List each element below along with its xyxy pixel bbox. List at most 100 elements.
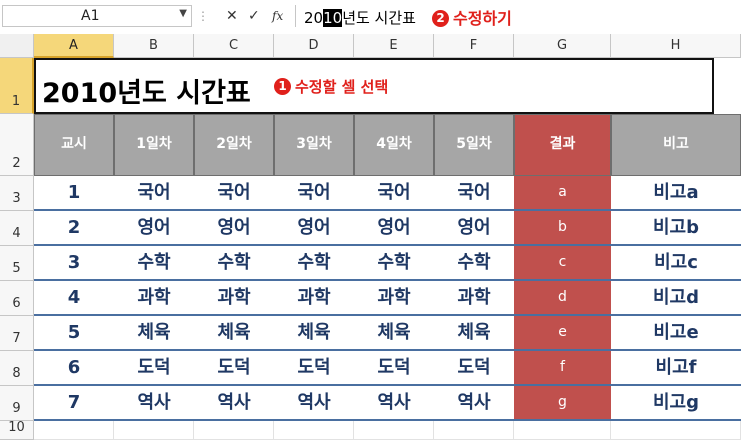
formula-bar-grip-icon[interactable]: ⋮ <box>196 5 210 27</box>
cell-C9[interactable]: 역사 <box>194 386 274 421</box>
cell-F4[interactable]: 영어 <box>434 211 514 246</box>
cell-B7[interactable]: 체육 <box>114 316 194 351</box>
cell-G7[interactable]: e <box>514 316 611 351</box>
cell-C7[interactable]: 체육 <box>194 316 274 351</box>
insert-function-icon[interactable]: fx <box>272 6 283 26</box>
cell-D3[interactable]: 국어 <box>274 176 354 211</box>
header-cell-G[interactable]: 결과 <box>514 114 611 176</box>
cell-E8[interactable]: 도덕 <box>354 351 434 386</box>
cell-B3[interactable]: 국어 <box>114 176 194 211</box>
row-header-5[interactable]: 5 <box>0 246 34 281</box>
formula-input[interactable]: 2010년도 시간표 2 수정하기 <box>295 5 736 28</box>
select-all-corner[interactable] <box>0 34 34 58</box>
cell-F8[interactable]: 도덕 <box>434 351 514 386</box>
header-cell-D[interactable]: 3일차 <box>274 114 354 176</box>
cell-H4[interactable]: 비고b <box>611 211 741 246</box>
column-header-D[interactable]: D <box>274 34 354 58</box>
cell-D4[interactable]: 영어 <box>274 211 354 246</box>
title-cell-A1[interactable]: 2010년도 시간표 1 수정할 셀 선택 <box>34 58 714 114</box>
cell-F10[interactable] <box>434 421 514 440</box>
cell-B9[interactable]: 역사 <box>114 386 194 421</box>
column-header-C[interactable]: C <box>194 34 274 58</box>
cell-D7[interactable]: 체육 <box>274 316 354 351</box>
cell-E6[interactable]: 과학 <box>354 281 434 316</box>
row-header-8[interactable]: 8 <box>0 351 34 386</box>
cell-H5[interactable]: 비고c <box>611 246 741 281</box>
cell-F7[interactable]: 체육 <box>434 316 514 351</box>
header-cell-B[interactable]: 1일차 <box>114 114 194 176</box>
cell-G10[interactable] <box>514 421 611 440</box>
cell-C8[interactable]: 도덕 <box>194 351 274 386</box>
chevron-down-icon[interactable]: ▼ <box>179 8 187 19</box>
cell-E5[interactable]: 수학 <box>354 246 434 281</box>
cell-H7[interactable]: 비고e <box>611 316 741 351</box>
cell-F5[interactable]: 수학 <box>434 246 514 281</box>
header-cell-H[interactable]: 비고 <box>611 114 741 176</box>
row-number: 3 <box>12 191 21 206</box>
cell-G3[interactable]: a <box>514 176 611 211</box>
cell-C10[interactable] <box>194 421 274 440</box>
cell-B5[interactable]: 수학 <box>114 246 194 281</box>
cell-C5[interactable]: 수학 <box>194 246 274 281</box>
cell-F6[interactable]: 과학 <box>434 281 514 316</box>
cell-G9[interactable]: g <box>514 386 611 421</box>
cell-D9[interactable]: 역사 <box>274 386 354 421</box>
cell-A10[interactable] <box>34 421 114 440</box>
cell-G6[interactable]: d <box>514 281 611 316</box>
cell-B8[interactable]: 도덕 <box>114 351 194 386</box>
cell-G5[interactable]: c <box>514 246 611 281</box>
cell-H3[interactable]: 비고a <box>611 176 741 211</box>
column-header-E[interactable]: E <box>354 34 434 58</box>
cell-A9[interactable]: 7 <box>34 386 114 421</box>
cell-G4[interactable]: b <box>514 211 611 246</box>
cell-H9[interactable]: 비고g <box>611 386 741 421</box>
header-cell-C[interactable]: 2일차 <box>194 114 274 176</box>
cell-B10[interactable] <box>114 421 194 440</box>
row-header-3[interactable]: 3 <box>0 176 34 211</box>
row-header-4[interactable]: 4 <box>0 211 34 246</box>
cell-E7[interactable]: 체육 <box>354 316 434 351</box>
enter-icon[interactable]: ✓ <box>248 6 260 26</box>
cell-A3[interactable]: 1 <box>34 176 114 211</box>
row-header-7[interactable]: 7 <box>0 316 34 351</box>
row-header-6[interactable]: 6 <box>0 281 34 316</box>
column-header-F[interactable]: F <box>434 34 514 58</box>
cell-H8[interactable]: 비고f <box>611 351 741 386</box>
column-header-A[interactable]: A <box>34 34 114 58</box>
cell-E4[interactable]: 영어 <box>354 211 434 246</box>
cell-G8[interactable]: f <box>514 351 611 386</box>
cancel-icon[interactable]: ✕ <box>226 6 238 26</box>
row-header-2[interactable]: 2 <box>0 114 34 176</box>
cell-C6[interactable]: 과학 <box>194 281 274 316</box>
name-box[interactable]: A1 ▼ <box>2 5 192 27</box>
cell-B4[interactable]: 영어 <box>114 211 194 246</box>
cell-A4[interactable]: 2 <box>34 211 114 246</box>
cell-F3[interactable]: 국어 <box>434 176 514 211</box>
cell-E9[interactable]: 역사 <box>354 386 434 421</box>
column-header-B[interactable]: B <box>114 34 194 58</box>
cell-D10[interactable] <box>274 421 354 440</box>
column-header-G[interactable]: G <box>514 34 611 58</box>
cell-D8[interactable]: 도덕 <box>274 351 354 386</box>
column-header-H[interactable]: H <box>611 34 741 58</box>
header-cell-E[interactable]: 4일차 <box>354 114 434 176</box>
cell-A7[interactable]: 5 <box>34 316 114 351</box>
cell-D5[interactable]: 수학 <box>274 246 354 281</box>
header-cell-A[interactable]: 교시 <box>34 114 114 176</box>
cell-A5[interactable]: 3 <box>34 246 114 281</box>
cell-A8[interactable]: 6 <box>34 351 114 386</box>
row-header-9[interactable]: 9 <box>0 386 34 421</box>
cell-H10[interactable] <box>611 421 741 440</box>
cell-A6[interactable]: 4 <box>34 281 114 316</box>
cell-D6[interactable]: 과학 <box>274 281 354 316</box>
cell-E10[interactable] <box>354 421 434 440</box>
cell-F9[interactable]: 역사 <box>434 386 514 421</box>
header-cell-F[interactable]: 5일차 <box>434 114 514 176</box>
cell-E3[interactable]: 국어 <box>354 176 434 211</box>
cell-C4[interactable]: 영어 <box>194 211 274 246</box>
row-header-10[interactable]: 10 <box>0 420 34 440</box>
cell-C3[interactable]: 국어 <box>194 176 274 211</box>
row-header-1[interactable]: 1 <box>0 58 34 114</box>
cell-H6[interactable]: 비고d <box>611 281 741 316</box>
cell-B6[interactable]: 과학 <box>114 281 194 316</box>
